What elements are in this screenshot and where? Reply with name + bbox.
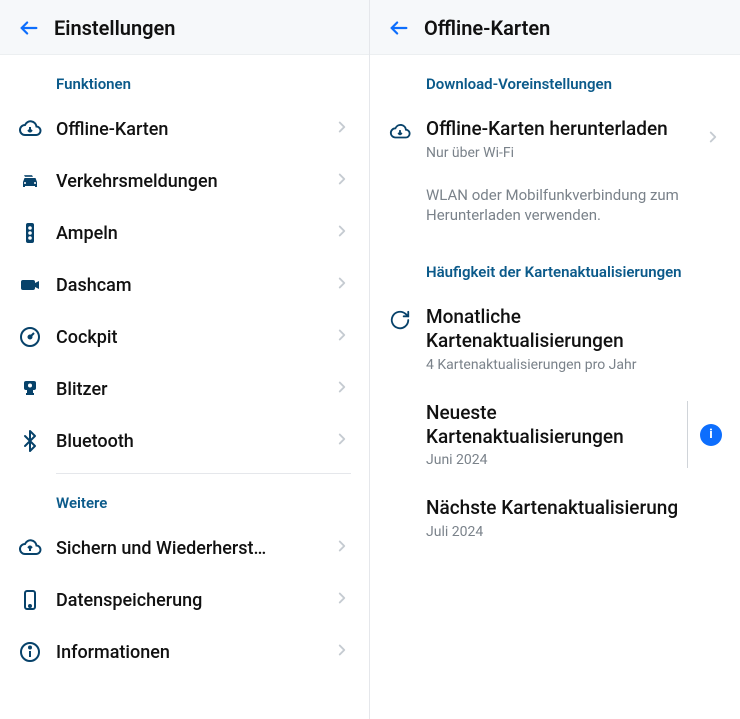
speed-camera-icon (18, 377, 42, 401)
chevron-right-icon (333, 326, 351, 348)
divider-vertical (687, 401, 688, 469)
cloud-download-icon (18, 117, 42, 141)
row-label: Sichern und Wiederherst… (56, 538, 319, 559)
cloud-upload-icon (18, 536, 42, 560)
chevron-right-icon (704, 128, 722, 150)
row-ampeln[interactable]: Ampeln (0, 207, 369, 259)
cloud-download-icon (388, 121, 412, 143)
section-header-download: Download-Voreinstellungen (370, 55, 740, 103)
back-icon[interactable] (18, 17, 40, 39)
offline-maps-header: Offline-Karten (370, 0, 740, 55)
row-label: Bluetooth (56, 431, 319, 452)
download-hint: WLAN oder Mobilfunkverbindung zum Herunt… (370, 175, 740, 244)
detail-date: Juni 2024 (426, 452, 679, 468)
detail-title: Nächste Kartenaktualisierung (426, 496, 722, 520)
chevron-right-icon (333, 222, 351, 244)
chevron-right-icon (333, 170, 351, 192)
row-label: Datenspeicherung (56, 590, 319, 611)
row-informationen[interactable]: Informationen (0, 626, 369, 678)
detail-title: Monatliche Kartenaktualisierungen (426, 305, 722, 353)
chevron-right-icon (333, 274, 351, 296)
info-icon (18, 640, 42, 664)
row-blitzer[interactable]: Blitzer (0, 363, 369, 415)
back-icon[interactable] (388, 17, 410, 39)
detail-date: Juli 2024 (426, 524, 722, 540)
chevron-right-icon (333, 430, 351, 452)
refresh-icon (388, 309, 412, 331)
row-label: Verkehrsmeldungen (56, 171, 319, 192)
detail-subtitle: 4 Kartenaktualisierungen pro Jahr (426, 357, 722, 373)
detail-subtitle: Nur über Wi-Fi (426, 145, 690, 161)
bluetooth-icon (18, 429, 42, 453)
dashcam-icon (18, 273, 42, 297)
traffic-light-icon (18, 221, 42, 245)
row-label: Dashcam (56, 275, 319, 296)
row-label: Cockpit (56, 327, 319, 348)
row-download-maps[interactable]: Offline-Karten herunterladen Nur über Wi… (370, 103, 740, 175)
row-offline-karten[interactable]: Offline-Karten (0, 103, 369, 155)
detail-title: Neueste Kartenaktualisierungen (426, 401, 679, 449)
page-title: Offline-Karten (424, 16, 550, 40)
row-monthly-updates[interactable]: Monatliche Kartenaktualisierungen 4 Kart… (370, 291, 740, 387)
row-latest-update[interactable]: Neueste Kartenaktualisierungen Juni 2024… (370, 387, 740, 483)
row-verkehrsmeldungen[interactable]: Verkehrsmeldungen (0, 155, 369, 207)
chevron-right-icon (333, 589, 351, 611)
car-icon (18, 169, 42, 193)
section-header-weitere: Weitere (0, 474, 369, 522)
settings-header: Einstellungen (0, 0, 369, 55)
row-label: Blitzer (56, 379, 319, 400)
chevron-right-icon (333, 118, 351, 140)
detail-title: Offline-Karten herunterladen (426, 117, 690, 141)
row-label: Offline-Karten (56, 119, 319, 140)
section-header-funktionen: Funktionen (0, 55, 369, 103)
row-label: Informationen (56, 642, 319, 663)
row-dashcam[interactable]: Dashcam (0, 259, 369, 311)
page-title: Einstellungen (54, 16, 175, 40)
row-sichern[interactable]: Sichern und Wiederherst… (0, 522, 369, 574)
gauge-icon (18, 325, 42, 349)
chevron-right-icon (333, 641, 351, 663)
offline-maps-panel: Offline-Karten Download-Voreinstellungen… (370, 0, 740, 719)
storage-icon (18, 588, 42, 612)
section-header-updates: Häufigkeit der Kartenaktualisierungen (370, 243, 740, 291)
chevron-right-icon (333, 378, 351, 400)
chevron-right-icon (333, 537, 351, 559)
row-datenspeicherung[interactable]: Datenspeicherung (0, 574, 369, 626)
info-badge-icon[interactable]: i (700, 424, 722, 446)
settings-panel: Einstellungen Funktionen Offline-Karten … (0, 0, 370, 719)
row-bluetooth[interactable]: Bluetooth (0, 415, 369, 467)
row-cockpit[interactable]: Cockpit (0, 311, 369, 363)
row-next-update: Nächste Kartenaktualisierung Juli 2024 (370, 482, 740, 554)
row-label: Ampeln (56, 223, 319, 244)
